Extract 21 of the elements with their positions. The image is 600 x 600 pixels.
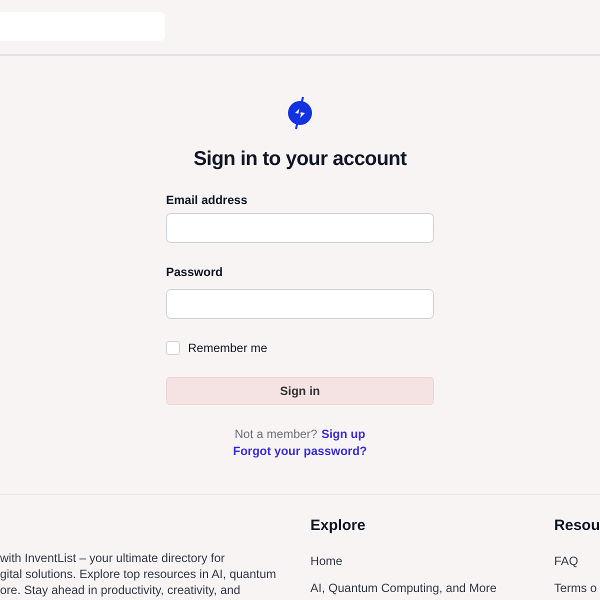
- checkbox[interactable]: [166, 341, 180, 355]
- sign-up-link[interactable]: Sign up: [321, 427, 366, 441]
- signup-prompt: Not a member?: [234, 427, 318, 441]
- footer-link[interactable]: AI, Quantum Computing, and More: [310, 581, 554, 595]
- footer-link[interactable]: FAQ: [554, 554, 600, 568]
- footer-heading: Resou: [554, 517, 600, 534]
- page-title: Sign in to your account: [193, 148, 407, 171]
- sign-in-button[interactable]: Sign in: [166, 377, 434, 405]
- footer-link[interactable]: Terms o: [554, 581, 600, 595]
- field-label: Password: [166, 265, 224, 279]
- checkbox-label: Remember me: [188, 341, 268, 355]
- input-field[interactable]: [166, 289, 434, 319]
- forgot-password-link[interactable]: Forgot your password?: [232, 444, 367, 458]
- footer-link[interactable]: Home: [310, 554, 554, 568]
- footer-description-line: gital solutions. Explore top resources in AI, quantum: [0, 566, 278, 582]
- logo-icon: [287, 96, 313, 130]
- input-field[interactable]: [166, 213, 434, 243]
- footer-description-line: with InventList – your ultimate directory for: [0, 550, 226, 566]
- footer-heading: Explore: [310, 517, 366, 534]
- footer-description-line: ore. Stay ahead in productivity, creativity, and: [0, 582, 242, 598]
- field-label: Email address: [166, 193, 248, 207]
